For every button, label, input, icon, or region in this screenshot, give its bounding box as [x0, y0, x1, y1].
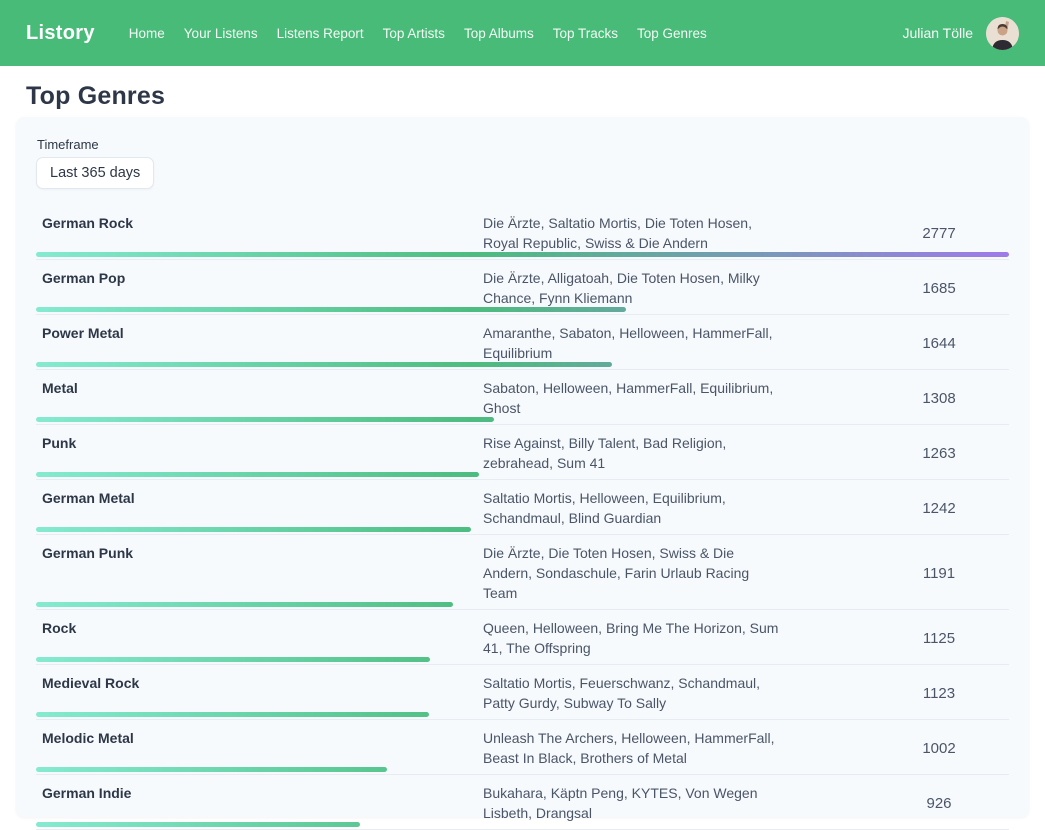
top-genres-card: Timeframe Last 365 days German Rock Die …: [16, 117, 1029, 817]
nav-item-top-tracks[interactable]: Top Tracks: [553, 26, 618, 41]
timeframe-label: Timeframe: [37, 137, 1009, 152]
genre-artists: Saltatio Mortis, Helloween, Equilibrium,…: [483, 488, 781, 528]
genre-artists: Rise Against, Billy Talent, Bad Religion…: [483, 433, 781, 473]
genre-row: German Indie Bukahara, Käptn Peng, KYTES…: [36, 775, 1009, 830]
genre-name: Power Metal: [36, 323, 483, 363]
genre-count: 926: [869, 783, 1009, 823]
genre-row: German Metal Saltatio Mortis, Helloween,…: [36, 480, 1009, 535]
user-avatar[interactable]: [986, 17, 1019, 50]
genre-row: German Pop Die Ärzte, Alligatoah, Die To…: [36, 260, 1009, 315]
genre-artists: Bukahara, Käptn Peng, KYTES, Von Wegen L…: [483, 783, 781, 823]
genre-name: Melodic Metal: [36, 728, 483, 768]
genre-bar: [36, 822, 360, 827]
genre-name: German Punk: [36, 543, 483, 603]
genre-count: 1125: [869, 618, 1009, 658]
genre-bar: [36, 362, 612, 367]
genre-artists: Queen, Helloween, Bring Me The Horizon, …: [483, 618, 781, 658]
genre-count: 1644: [869, 323, 1009, 363]
genre-bar: [36, 252, 1009, 257]
genre-name: German Rock: [36, 213, 483, 253]
genre-bar: [36, 767, 387, 772]
genre-row: Punk Rise Against, Billy Talent, Bad Rel…: [36, 425, 1009, 480]
main-content: Top Genres Timeframe Last 365 days Germa…: [0, 82, 1045, 817]
genre-row: Medieval Rock Saltatio Mortis, Feuerschw…: [36, 665, 1009, 720]
genre-count: 2777: [869, 213, 1009, 253]
genre-bar: [36, 472, 479, 477]
genre-artists: Amaranthe, Sabaton, Helloween, HammerFal…: [483, 323, 781, 363]
nav-item-top-artists[interactable]: Top Artists: [383, 26, 445, 41]
genre-name: Rock: [36, 618, 483, 658]
nav-item-top-genres[interactable]: Top Genres: [637, 26, 707, 41]
genre-count: 1191: [869, 543, 1009, 603]
genre-name: Medieval Rock: [36, 673, 483, 713]
genre-artists: Die Ärzte, Saltatio Mortis, Die Toten Ho…: [483, 213, 781, 253]
genre-artists: Unleash The Archers, Helloween, HammerFa…: [483, 728, 781, 768]
genre-count: 1002: [869, 728, 1009, 768]
user-name: Julian Tölle: [902, 25, 973, 41]
genre-count: 1242: [869, 488, 1009, 528]
genre-bar: [36, 657, 430, 662]
timeframe-dropdown-button[interactable]: Last 365 days: [36, 157, 154, 189]
genre-bar: [36, 712, 429, 717]
genres-table: German Rock Die Ärzte, Saltatio Mortis, …: [36, 205, 1009, 830]
genre-bar: [36, 307, 626, 312]
genre-count: 1685: [869, 268, 1009, 308]
nav-item-home[interactable]: Home: [129, 26, 165, 41]
nav-item-your-listens[interactable]: Your Listens: [184, 26, 258, 41]
genre-artists: Saltatio Mortis, Feuerschwanz, Schandmau…: [483, 673, 781, 713]
genre-row: German Rock Die Ärzte, Saltatio Mortis, …: [36, 205, 1009, 260]
avatar-photo-icon: [986, 17, 1019, 50]
genre-name: German Indie: [36, 783, 483, 823]
genre-row: Power Metal Amaranthe, Sabaton, Hellowee…: [36, 315, 1009, 370]
genre-artists: Die Ärzte, Die Toten Hosen, Swiss & Die …: [483, 543, 781, 603]
user-menu[interactable]: Julian Tölle: [902, 17, 1019, 50]
genre-artists: Sabaton, Helloween, HammerFall, Equilibr…: [483, 378, 781, 418]
nav-item-listens-report[interactable]: Listens Report: [277, 26, 364, 41]
genre-row: Rock Queen, Helloween, Bring Me The Hori…: [36, 610, 1009, 665]
nav-item-top-albums[interactable]: Top Albums: [464, 26, 534, 41]
genre-row: Melodic Metal Unleash The Archers, Hello…: [36, 720, 1009, 775]
brand-logo[interactable]: Listory: [26, 22, 95, 45]
genre-count: 1123: [869, 673, 1009, 713]
genre-count: 1263: [869, 433, 1009, 473]
genre-name: German Pop: [36, 268, 483, 308]
nav-links: Home Your Listens Listens Report Top Art…: [129, 26, 707, 41]
genre-name: Punk: [36, 433, 483, 473]
genre-name: German Metal: [36, 488, 483, 528]
genre-row: Metal Sabaton, Helloween, HammerFall, Eq…: [36, 370, 1009, 425]
genre-bar: [36, 602, 453, 607]
genre-artists: Die Ärzte, Alligatoah, Die Toten Hosen, …: [483, 268, 781, 308]
genre-count: 1308: [869, 378, 1009, 418]
genre-row: German Punk Die Ärzte, Die Toten Hosen, …: [36, 535, 1009, 610]
genre-name: Metal: [36, 378, 483, 418]
navbar: Listory Home Your Listens Listens Report…: [0, 0, 1045, 66]
page-title: Top Genres: [26, 82, 1019, 111]
genre-bar: [36, 527, 471, 532]
genre-bar: [36, 417, 494, 422]
